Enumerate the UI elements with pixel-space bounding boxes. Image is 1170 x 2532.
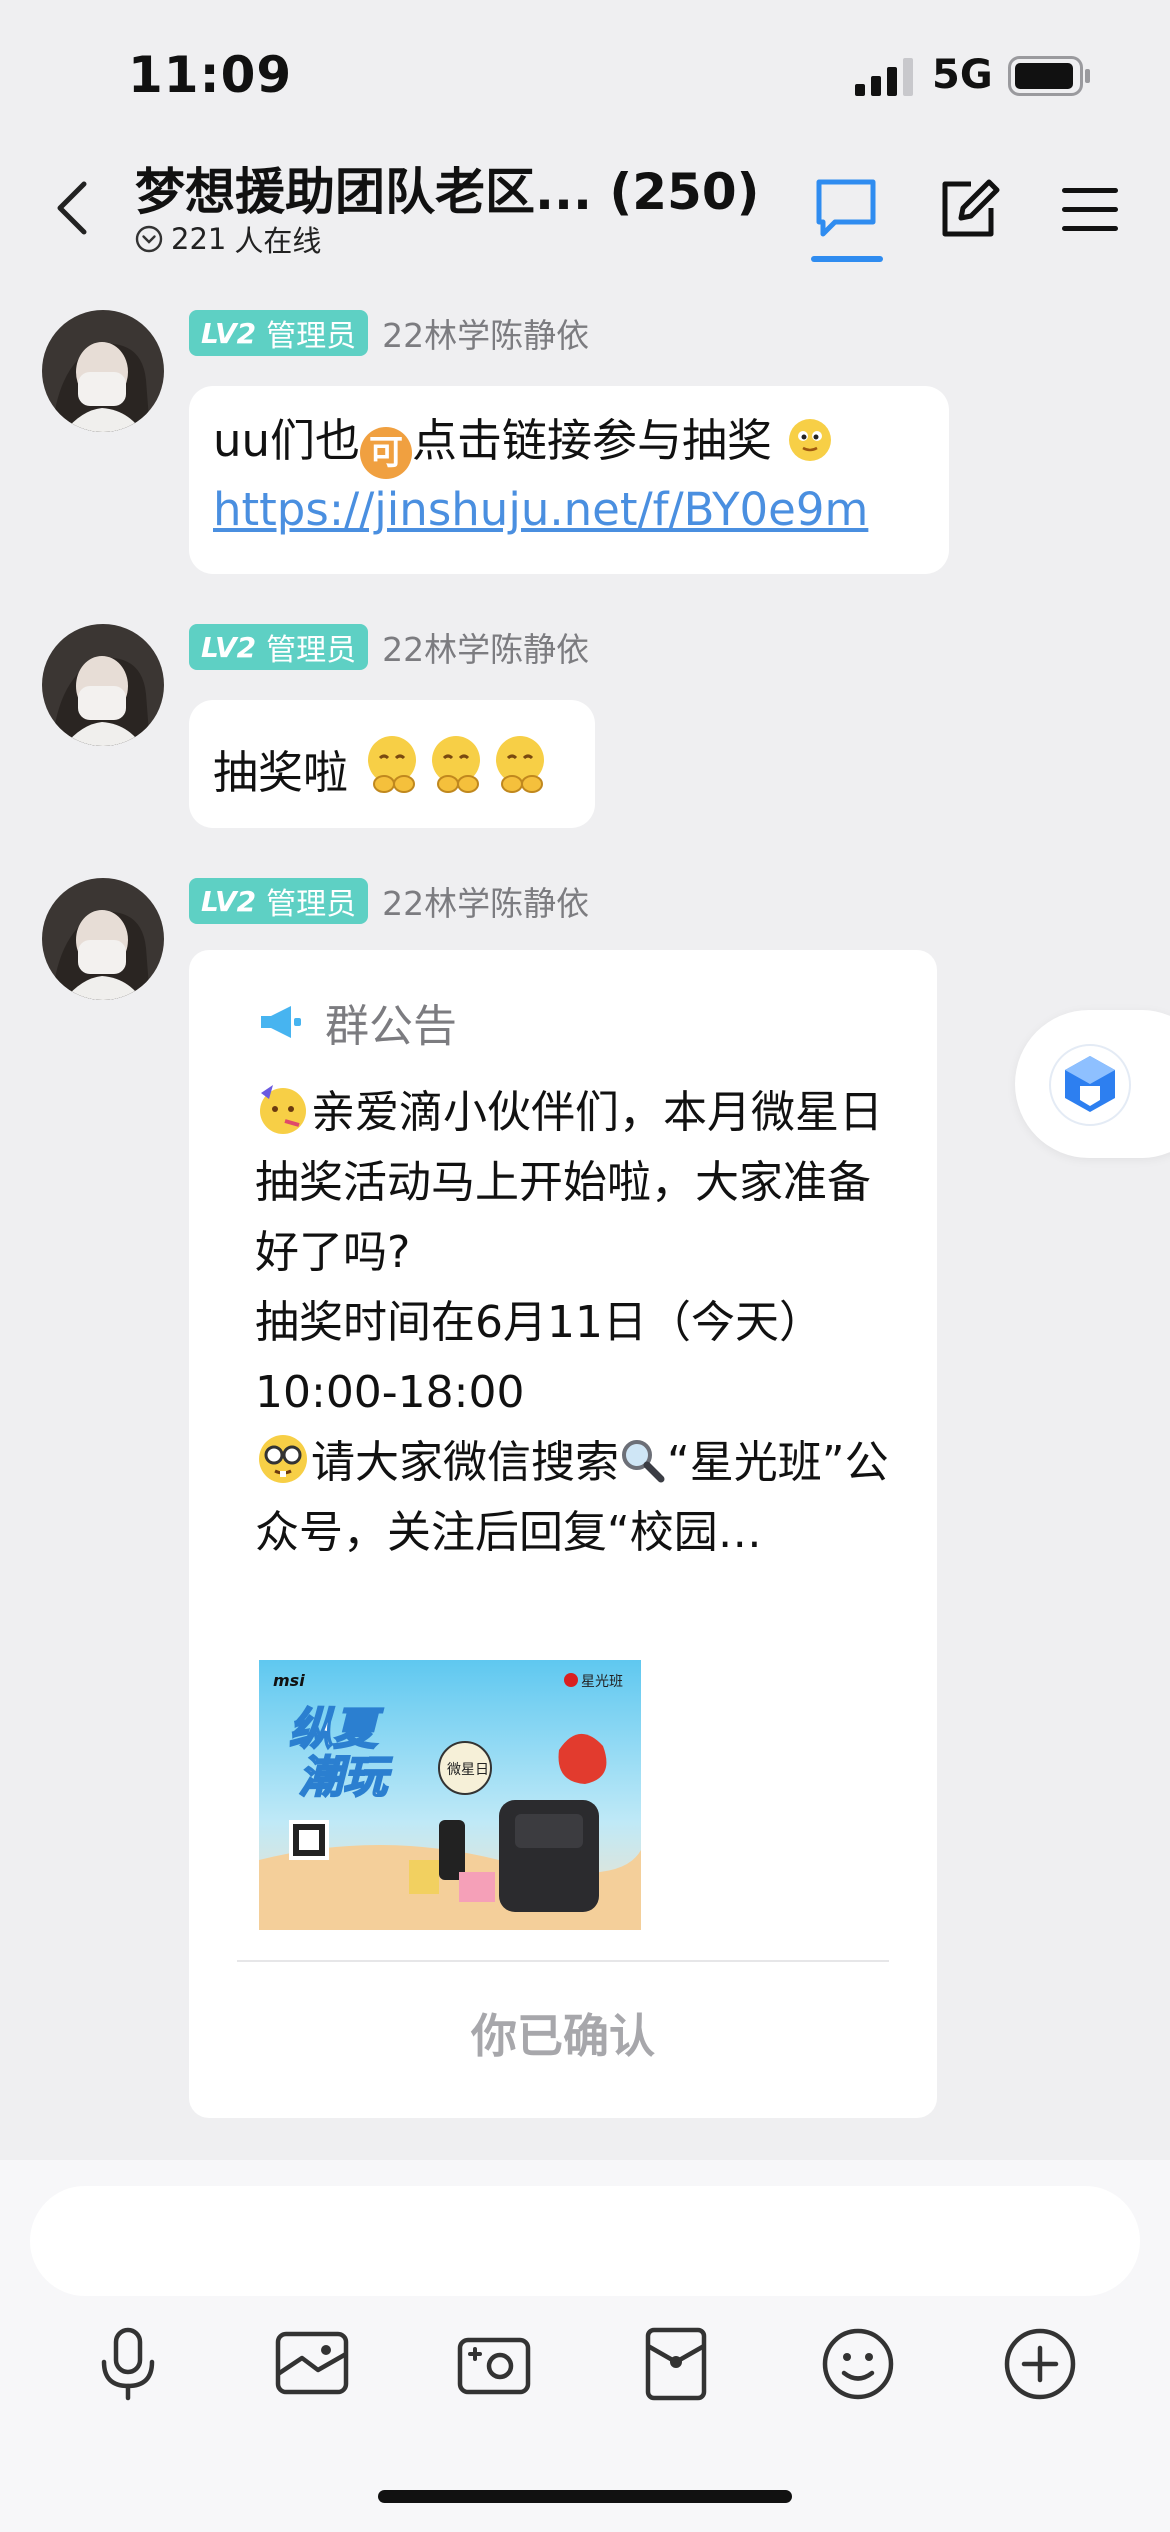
- message-bubble[interactable]: uu们也可点击链接参与抽奖 https://jinshuju.net/f/BY0…: [189, 386, 949, 574]
- role-badge: LV2 管理员: [189, 878, 369, 924]
- red-packet-icon[interactable]: [636, 2324, 716, 2404]
- clap-emoji-icon: [368, 736, 417, 793]
- signal-icon: [855, 58, 913, 96]
- announcement-image[interactable]: msi 星光班 纵夏 潮玩 微星日: [259, 1660, 641, 1930]
- avatar[interactable]: [42, 310, 164, 432]
- group-title[interactable]: 梦想援助团队老区... (250): [135, 152, 759, 224]
- sender-meta: LV2 管理员 22林学陈静依: [189, 878, 589, 924]
- role-badge: LV2 管理员: [189, 310, 369, 356]
- menu-icon[interactable]: [1058, 176, 1124, 242]
- card-divider: [237, 1960, 889, 1962]
- magnifier-emoji-icon: [622, 1440, 665, 1483]
- sender-name[interactable]: 22林学陈静依: [382, 877, 589, 925]
- poster-brand: msi: [273, 1671, 305, 1690]
- status-time: 11:09: [128, 46, 293, 104]
- sender-name[interactable]: 22林学陈静依: [382, 309, 589, 357]
- smile-emoji-icon: [789, 419, 832, 461]
- microphone-icon[interactable]: [88, 2324, 168, 2404]
- tab-indicator: [811, 256, 883, 262]
- message-text: 抽奖啦: [213, 746, 349, 799]
- avatar[interactable]: [42, 624, 164, 746]
- network-type: 5G: [932, 52, 993, 98]
- announcement-text: 亲爱滴小伙伴们，本月微星日抽奖活动马上开始啦，大家准备好了吗? 抽奖时间在6月1…: [255, 1078, 905, 1568]
- camera-icon[interactable]: [454, 2324, 534, 2404]
- online-label: 人在线: [234, 224, 322, 258]
- avatar[interactable]: [42, 878, 164, 1000]
- role-label: 管理员: [266, 633, 357, 668]
- poster-headline: 潮玩: [299, 1752, 393, 1803]
- home-indicator[interactable]: [378, 2490, 792, 2503]
- battery-icon: [1008, 56, 1090, 96]
- role-label: 管理员: [266, 887, 357, 922]
- floating-action-button[interactable]: [1015, 1010, 1170, 1158]
- sender-meta: LV2 管理员 22林学陈静依: [189, 310, 589, 356]
- message-text: 点击链接参与抽奖: [412, 414, 773, 467]
- level-label: LV2: [201, 630, 257, 664]
- message-input[interactable]: [30, 2186, 1140, 2296]
- emoji-icon[interactable]: [818, 2324, 898, 2404]
- cube-logo-icon: [1049, 1044, 1131, 1126]
- edit-icon[interactable]: [937, 176, 1003, 242]
- clap-emoji-icon: [496, 736, 545, 793]
- image-icon[interactable]: [272, 2324, 352, 2404]
- role-label: 管理员: [266, 319, 357, 354]
- poster-partner: 星光班: [581, 1674, 623, 1690]
- input-area: [0, 2160, 1170, 2532]
- announcement-line: 抽奖时间在6月11日（今天）10:00-18:00: [255, 1297, 823, 1418]
- plus-icon[interactable]: [1000, 2324, 1080, 2404]
- nerd-emoji-icon: [259, 1435, 307, 1483]
- ke-badge-icon: 可: [360, 427, 413, 479]
- announcement-line: 亲爱滴小伙伴们，本月微星日抽奖活动马上开始啦，大家准备好了吗?: [255, 1087, 883, 1278]
- lottery-link[interactable]: https://jinshuju.net/f/BY0e9m: [213, 483, 868, 536]
- announcement-card[interactable]: 群公告 亲爱滴小伙伴们，本月微星日抽奖活动马上开始啦，大家准备好了吗? 抽奖时间…: [189, 950, 937, 2118]
- megaphone-icon: [261, 1006, 301, 1038]
- online-count: 221: [171, 222, 227, 256]
- chat-header: 梦想援助团队老区... (250) 221 人在线: [0, 140, 1170, 272]
- confirmed-label: 你已确认: [471, 2009, 655, 2063]
- level-label: LV2: [201, 316, 257, 350]
- chat-bubble-icon[interactable]: [813, 176, 879, 242]
- message-bubble[interactable]: 抽奖啦: [189, 700, 595, 828]
- poster-headline: 纵夏: [289, 1704, 384, 1755]
- poster-stamp: 微星日: [447, 1762, 489, 1778]
- level-label: LV2: [201, 884, 257, 918]
- party-emoji-icon: [260, 1085, 306, 1134]
- chevron-circle-icon: [135, 225, 163, 253]
- online-status: 221 人在线: [135, 218, 321, 260]
- clap-emoji-icon: [432, 736, 481, 793]
- announcement-header: 群公告: [259, 990, 457, 1054]
- announcement-label: 群公告: [325, 1001, 457, 1052]
- announcement-line: 请大家微信搜索: [311, 1437, 619, 1488]
- status-bar: 11:09 5G: [0, 0, 1170, 140]
- back-icon[interactable]: [52, 180, 92, 236]
- sender-meta: LV2 管理员 22林学陈静依: [189, 624, 589, 670]
- role-badge: LV2 管理员: [189, 624, 369, 670]
- sender-name[interactable]: 22林学陈静依: [382, 623, 589, 671]
- message-text: uu们也: [213, 414, 361, 467]
